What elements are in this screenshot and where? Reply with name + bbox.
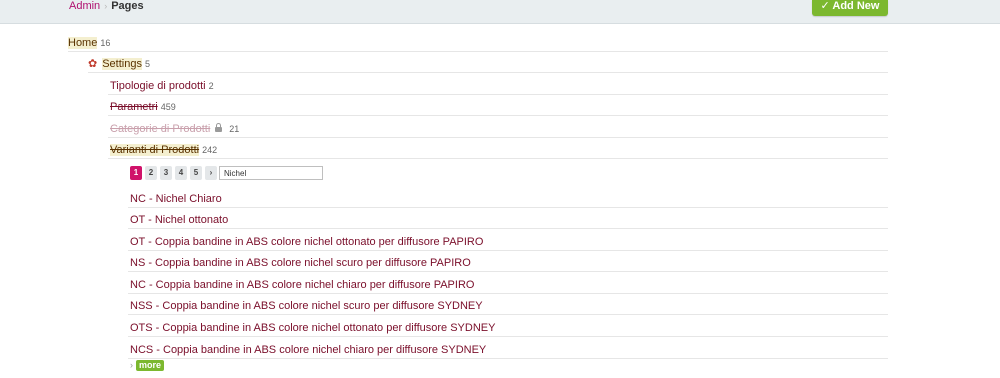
tree-item-parametri-label[interactable]: Parametri bbox=[110, 101, 158, 113]
chevron-right-icon: › bbox=[130, 360, 133, 370]
list-item: NC - Nichel Chiaro bbox=[128, 187, 888, 208]
page-4-button[interactable]: 4 bbox=[175, 166, 187, 180]
tree-item-varianti-label[interactable]: Varianti di Prodotti bbox=[110, 144, 200, 156]
next-page-button[interactable]: › bbox=[205, 166, 217, 180]
tree-item-count: 5 bbox=[144, 59, 150, 69]
lock-icon bbox=[215, 123, 223, 132]
list-item: OTS - Coppia bandine in ABS colore niche… bbox=[128, 316, 888, 337]
list-item: NSS - Coppia bandine in ABS colore niche… bbox=[128, 294, 888, 315]
add-new-button[interactable]: ✓ Add New bbox=[812, 0, 888, 16]
list-item-label[interactable]: NC - Coppia bandine in ABS colore nichel… bbox=[130, 279, 474, 291]
tree-item-settings: ✿ Settings 5 bbox=[88, 52, 888, 73]
tree-item-count: 2 bbox=[208, 81, 214, 91]
page-5-button[interactable]: 5 bbox=[190, 166, 202, 180]
filter-input[interactable] bbox=[219, 166, 323, 180]
gear-icon: ✿ bbox=[88, 58, 98, 70]
page-1-button[interactable]: 1 bbox=[130, 166, 142, 180]
list-item-label[interactable]: NS - Coppia bandine in ABS colore nichel… bbox=[130, 257, 471, 269]
tree-item-count: 459 bbox=[160, 102, 176, 112]
list-item: NCS - Coppia bandine in ABS colore niche… bbox=[128, 338, 888, 359]
tree-item-tipologie: Tipologie di prodotti 2 bbox=[108, 74, 888, 95]
breadcrumb-admin-link[interactable]: Admin bbox=[69, 0, 100, 12]
list-item: NS - Coppia bandine in ABS colore nichel… bbox=[128, 251, 888, 272]
list-item-label[interactable]: OT - Coppia bandine in ABS colore nichel… bbox=[130, 236, 483, 248]
tree-item-label-wrap: Categorie di Prodotti 21 bbox=[110, 123, 239, 135]
list-item: OT - Nichel ottonato bbox=[128, 208, 888, 229]
list-item-label[interactable]: NSS - Coppia bandine in ABS colore niche… bbox=[130, 300, 483, 312]
tree-item-count: 21 bbox=[229, 124, 240, 134]
top-bar: Admin › Pages ✓ Add New bbox=[0, 0, 1000, 24]
list-item-label[interactable]: NCS - Coppia bandine in ABS colore niche… bbox=[130, 344, 486, 356]
tree-item-tipologie-label[interactable]: Tipologie di prodotti bbox=[110, 80, 206, 92]
page-3-button[interactable]: 3 bbox=[160, 166, 172, 180]
tree-item-count: 16 bbox=[100, 38, 111, 48]
tree-item-count: 242 bbox=[202, 145, 218, 155]
list-item-label[interactable]: OTS - Coppia bandine in ABS colore niche… bbox=[130, 322, 495, 334]
tree-item-varianti: Varianti di Prodotti 242 bbox=[108, 138, 888, 159]
tree-item-label-wrap: ✿ Settings 5 bbox=[88, 58, 150, 70]
tree-item-settings-label[interactable]: Settings bbox=[102, 58, 142, 70]
breadcrumb-current: Pages bbox=[111, 0, 144, 12]
list-item-label[interactable]: OT - Nichel ottonato bbox=[130, 214, 228, 226]
list-item: OT - Coppia bandine in ABS colore nichel… bbox=[128, 230, 888, 251]
page-2-button[interactable]: 2 bbox=[145, 166, 157, 180]
more-button[interactable]: more bbox=[136, 360, 165, 371]
tree-item-label-wrap: Home 16 bbox=[68, 37, 110, 49]
tree-item-label-wrap: Parametri 459 bbox=[110, 101, 176, 113]
breadcrumb-separator: › bbox=[104, 1, 108, 11]
tree-item-home-label[interactable]: Home bbox=[68, 37, 98, 49]
breadcrumb: Admin › Pages bbox=[69, 0, 144, 12]
list-item-label[interactable]: NC - Nichel Chiaro bbox=[130, 193, 222, 205]
list-item: NC - Coppia bandine in ABS colore nichel… bbox=[128, 273, 888, 294]
tree-item-label-wrap: Varianti di Prodotti 242 bbox=[110, 144, 217, 156]
tree-item-categorie: Categorie di Prodotti 21 bbox=[108, 117, 888, 138]
tree-item-categorie-label[interactable]: Categorie di Prodotti bbox=[110, 123, 210, 135]
tree-item-label-wrap: Tipologie di prodotti 2 bbox=[110, 80, 214, 92]
tree-item-home: Home 16 bbox=[68, 31, 888, 52]
tree-item-parametri: Parametri 459 bbox=[108, 95, 888, 116]
